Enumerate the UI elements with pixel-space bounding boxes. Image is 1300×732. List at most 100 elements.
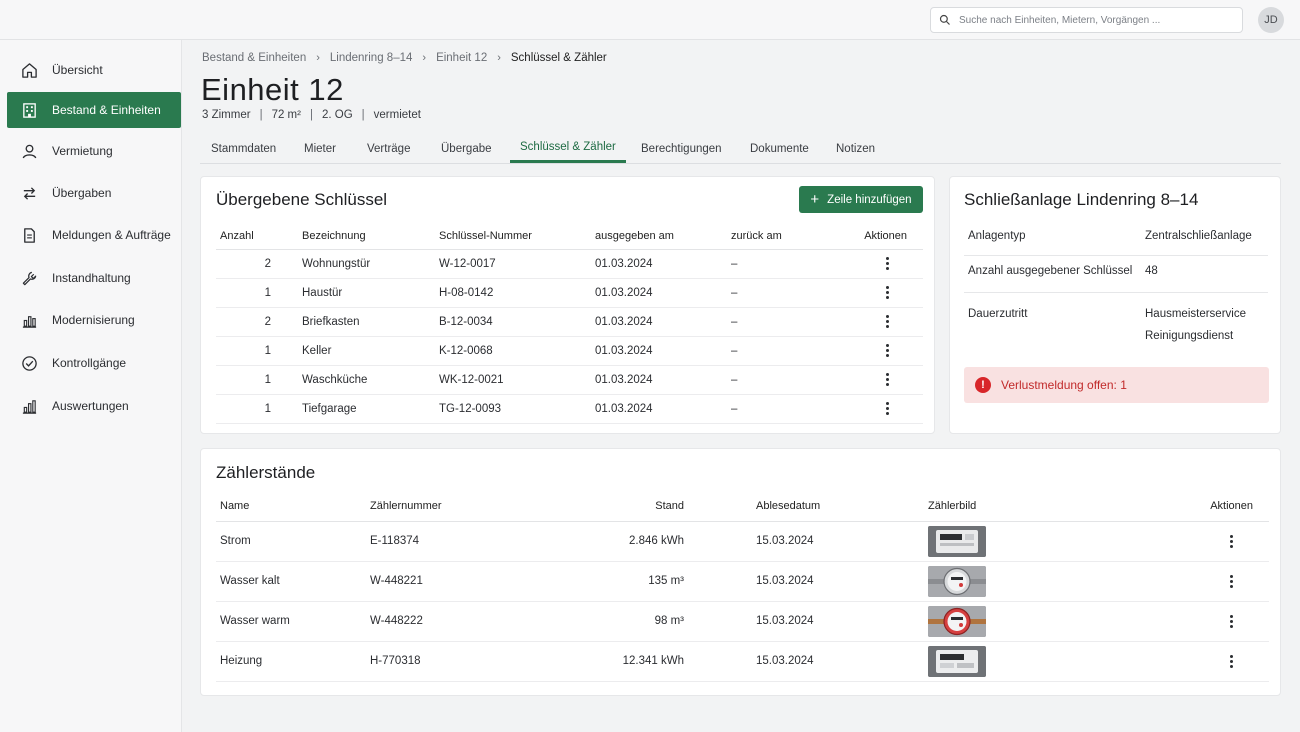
more-actions-icon[interactable] [879,343,895,359]
table-row: Wasser warm W-448222 98 m³ 15.03.2024 [216,601,1269,642]
table-row: 1 Tiefgarage TG-12-0093 01.03.2024 – [216,394,923,424]
divider: | [309,109,313,121]
water-meter-warm-image[interactable] [928,605,986,637]
divider [964,292,1268,293]
meter-reading: 12.341 kWh [546,641,702,682]
column-header: Anzahl [216,223,298,250]
meter-name: Wasser kalt [216,561,366,602]
sidebar-item-uebersicht[interactable]: Übersicht [7,52,181,88]
sidebar: Übersicht Bestand & Einheiten Vermietung… [0,40,182,732]
table-row: 1 Keller K-12-0068 01.03.2024 – [216,336,923,366]
sidebar-item-vermietung[interactable]: Vermietung [7,133,181,169]
more-actions-icon[interactable] [1223,613,1239,629]
more-actions-icon[interactable] [1223,653,1239,669]
sidebar-item-meldungen[interactable]: Meldungen & Aufträge [7,217,181,253]
column-header: Zählernummer [366,491,546,522]
issued-date: 01.03.2024 [591,249,727,279]
column-header: ausgegeben am [591,223,727,250]
meters-card-title: Zählerstände [216,463,316,482]
meter-number: W-448222 [366,601,546,642]
electric-meter-image[interactable] [928,525,986,557]
person-icon [22,144,37,158]
tab-vertraege[interactable]: Verträge [357,134,420,164]
column-header: zurück am [727,223,847,250]
breadcrumb-item[interactable]: Lindenring 8–14 [330,52,413,64]
sidebar-item-kontrollgaenge[interactable]: Kontrollgänge [7,345,181,381]
sidebar-item-label: Instandhaltung [52,271,131,285]
key-label: Wohnungstür [298,249,435,279]
column-header: Stand [546,491,702,522]
table-row: 1 Waschküche WK-12-0021 01.03.2024 – [216,365,923,395]
water-meter-cold-image[interactable] [928,565,986,597]
lock-system-card: Schließanlage Lindenring 8–14 Anlagentyp… [949,176,1281,434]
loss-report-alert[interactable]: ! Verlustmeldung offen: 1 [964,367,1269,403]
more-actions-icon[interactable] [879,285,895,301]
meter-name: Wasser warm [216,601,366,642]
search-box[interactable] [930,7,1243,33]
more-actions-icon[interactable] [879,372,895,388]
key-count-value: 48 [1145,265,1158,277]
sidebar-item-label: Meldungen & Aufträge [52,228,171,242]
tab-schluessel-zaehler[interactable]: Schlüssel & Zähler [510,134,626,163]
tab-berechtigungen[interactable]: Berechtigungen [631,134,732,164]
key-label: Waschküche [298,365,435,395]
more-actions-icon[interactable] [879,314,895,330]
search-icon [939,14,950,25]
key-label: Briefkasten [298,307,435,337]
meter-name: Strom [216,521,366,562]
sidebar-item-label: Übersicht [52,63,103,77]
issued-date: 01.03.2024 [591,336,727,366]
more-actions-icon[interactable] [1223,573,1239,589]
table-row: Wasser kalt W-448221 135 m³ 15.03.2024 [216,561,1269,602]
sidebar-item-label: Übergaben [52,186,112,200]
keys-table: Anzahl Bezeichnung Schlüssel-Nummer ausg… [216,223,923,424]
column-header: Bezeichnung [298,223,435,250]
breadcrumb-item[interactable]: Einheit 12 [436,52,487,64]
add-row-button[interactable]: + Zeile hinzufügen [799,186,923,213]
key-count: 1 [216,365,298,395]
returned-date: – [727,249,847,279]
avatar[interactable]: JD [1258,7,1284,33]
meter-number: E-118374 [366,521,546,562]
chevron-right-icon: › [316,52,320,64]
heating-meter-image[interactable] [928,645,986,677]
key-count: 1 [216,336,298,366]
meter-reading: 2.846 kWh [546,521,702,562]
key-number: WK-12-0021 [435,365,591,395]
sidebar-item-modernisierung[interactable]: Modernisierung [7,302,181,338]
column-header: Schlüssel-Nummer [435,223,591,250]
tab-notizen[interactable]: Notizen [826,134,885,164]
check-circle-icon [22,355,37,371]
table-row: 2 Briefkasten B-12-0034 01.03.2024 – [216,307,923,337]
sidebar-item-label: Modernisierung [52,313,135,327]
sidebar-item-auswertungen[interactable]: Auswertungen [7,388,181,424]
more-actions-icon[interactable] [1223,533,1239,549]
alert-icon: ! [975,377,991,393]
search-input[interactable] [959,14,1229,26]
key-label: Keller [298,336,435,366]
tab-uebergabe[interactable]: Übergabe [431,134,502,164]
key-count: 2 [216,307,298,337]
returned-date: – [727,307,847,337]
key-number: TG-12-0093 [435,394,591,424]
tab-stammdaten[interactable]: Stammdaten [201,134,286,164]
sidebar-item-instandhaltung[interactable]: Instandhaltung [7,260,181,296]
more-actions-icon[interactable] [879,256,895,272]
reading-date: 15.03.2024 [702,601,924,642]
meter-number: W-448221 [366,561,546,602]
sidebar-item-bestand[interactable]: Bestand & Einheiten [7,92,181,128]
tab-mieter[interactable]: Mieter [294,134,346,164]
sidebar-item-uebergaben[interactable]: Übergaben [7,175,181,211]
sidebar-item-label: Vermietung [52,144,113,158]
plus-icon: + [810,191,820,208]
issued-date: 01.03.2024 [591,307,727,337]
more-actions-icon[interactable] [879,401,895,417]
permanent-access-value: Hausmeisterservice [1145,308,1246,320]
sidebar-item-label: Bestand & Einheiten [52,103,161,117]
returned-date: – [727,336,847,366]
breadcrumb-item[interactable]: Bestand & Einheiten [202,52,306,64]
tab-dokumente[interactable]: Dokumente [740,134,819,164]
key-number: H-08-0142 [435,278,591,308]
wrench-icon [22,271,37,285]
table-row: 2 Wohnungstür W-12-0017 01.03.2024 – [216,249,923,279]
